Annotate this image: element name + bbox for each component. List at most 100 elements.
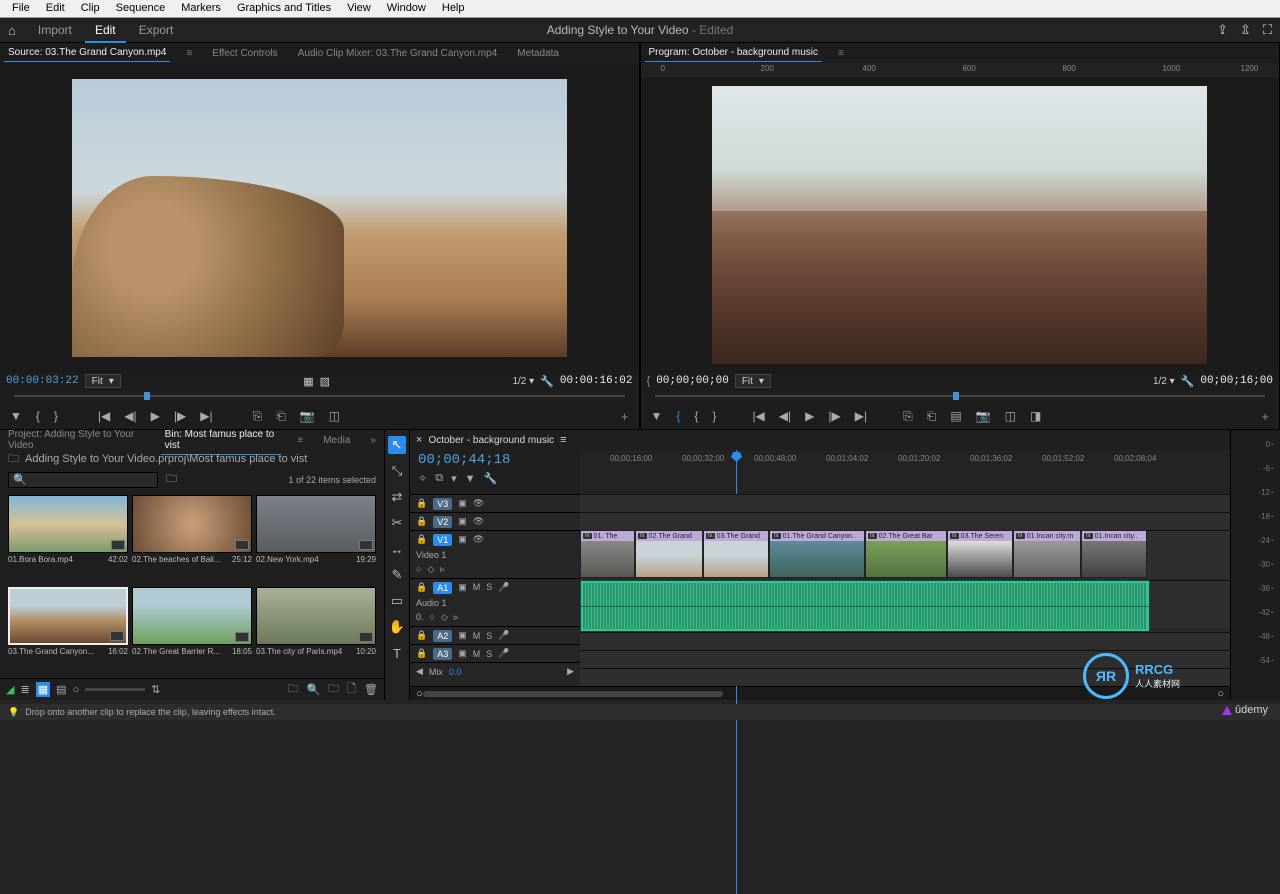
- menu-help[interactable]: Help: [434, 0, 473, 17]
- settings-wrench-icon[interactable]: 🔧: [1181, 375, 1195, 388]
- freeform-view-icon[interactable]: ▤: [56, 683, 66, 696]
- button-editor-icon[interactable]: +: [621, 409, 629, 424]
- mark-out-icon[interactable]: }: [54, 409, 58, 423]
- comparison-icon[interactable]: ◫: [1005, 409, 1016, 423]
- button-editor-icon[interactable]: +: [1261, 409, 1269, 424]
- hand-tool-icon[interactable]: ✋: [388, 618, 406, 636]
- play-icon[interactable]: ▶: [805, 409, 814, 423]
- menu-window[interactable]: Window: [379, 0, 434, 17]
- media-clip[interactable]: 02.The beaches of Bali...25:12: [132, 495, 252, 583]
- export-frame-icon[interactable]: 📷: [300, 409, 315, 423]
- tab-audio-clip-mixer[interactable]: Audio Clip Mixer: 03.The Grand Canyon.mp…: [294, 45, 502, 62]
- program-scrubber[interactable]: [647, 389, 1274, 403]
- insert-frame-icon[interactable]: ▦: [303, 375, 313, 388]
- tab-program[interactable]: Program: October - background music: [645, 44, 823, 62]
- menu-view[interactable]: View: [339, 0, 379, 17]
- overwrite-frame-icon[interactable]: ▧: [320, 375, 330, 388]
- linked-selection-icon[interactable]: ⧉: [435, 472, 443, 485]
- selection-tool-icon[interactable]: ↖: [388, 436, 406, 454]
- menu-markers[interactable]: Markers: [173, 0, 229, 17]
- comparison-icon[interactable]: ◫: [329, 409, 340, 423]
- go-to-in-icon[interactable]: |◀: [752, 409, 764, 423]
- freeform-icon[interactable]: ◢: [6, 683, 14, 696]
- type-tool-icon[interactable]: T: [388, 644, 406, 662]
- zoom-slider-handle-icon[interactable]: ○: [73, 684, 80, 696]
- timeline-clip[interactable]: 01.The Grand Canyon..: [769, 530, 865, 578]
- tab-metadata[interactable]: Metadata: [513, 45, 563, 62]
- panel-menu-icon[interactable]: ≡: [293, 432, 307, 449]
- menu-edit[interactable]: Edit: [38, 0, 73, 17]
- panel-menu-icon[interactable]: ≡: [182, 45, 196, 62]
- go-to-out-icon[interactable]: ▶|: [200, 409, 212, 423]
- timeline-clip[interactable]: 01.Incan city..: [1081, 530, 1147, 578]
- tab-import[interactable]: Import: [28, 19, 82, 41]
- step-forward-icon[interactable]: |▶: [174, 409, 186, 423]
- tab-export[interactable]: Export: [129, 19, 184, 41]
- track-select-tool-icon[interactable]: ⤡: [388, 462, 406, 480]
- pen-tool-icon[interactable]: ✎: [388, 566, 406, 584]
- media-clip[interactable]: 01.Bora Bora.mp442:02: [8, 495, 128, 583]
- timeline-clip[interactable]: 02.The Great Bar: [865, 530, 947, 578]
- find-icon[interactable]: 🔍: [306, 680, 320, 699]
- mark-in-icon[interactable]: {: [694, 409, 698, 423]
- media-clip[interactable]: 02.The Great Barrier R...18:05: [132, 587, 252, 675]
- source-zoom-dropdown[interactable]: 1/2 ▾: [512, 376, 534, 387]
- overwrite-icon[interactable]: ⎗: [276, 409, 286, 424]
- search-input[interactable]: 🔍: [8, 472, 158, 488]
- menu-clip[interactable]: Clip: [73, 0, 108, 17]
- menu-graphics[interactable]: Graphics and Titles: [229, 0, 339, 17]
- step-forward-icon[interactable]: |▶: [828, 409, 840, 423]
- timeline-ruler[interactable]: 00;00;16;0000;00;32;0000;00;48;0000;01;0…: [580, 450, 1230, 494]
- timeline-clip[interactable]: 02.The Grand: [635, 530, 703, 578]
- timeline-scrollbar[interactable]: ○○: [410, 686, 1230, 700]
- timeline-timecode[interactable]: 00;00;44;18: [410, 450, 580, 470]
- trash-icon[interactable]: 🗑: [364, 680, 378, 699]
- tab-source[interactable]: Source: 03.The Grand Canyon.mp4: [4, 44, 170, 62]
- timeline-audio-clip[interactable]: [580, 580, 1150, 632]
- icon-view-icon[interactable]: ▦: [36, 682, 50, 697]
- source-fit-dropdown[interactable]: Fit ▾: [85, 374, 121, 388]
- thumbnail-size-slider[interactable]: [85, 688, 145, 691]
- source-scrubber[interactable]: [6, 389, 633, 403]
- timeline-clip[interactable]: 01. The: [580, 530, 635, 578]
- mark-out-icon[interactable]: }: [712, 409, 716, 423]
- wrench-icon[interactable]: 🔧: [484, 472, 498, 485]
- snap-icon[interactable]: ✧: [418, 472, 427, 485]
- media-clip[interactable]: 03.The Grand Canyon...16:02: [8, 587, 128, 675]
- ripple-edit-tool-icon[interactable]: ⇄: [388, 488, 406, 506]
- close-icon[interactable]: ×: [416, 434, 422, 446]
- sort-icon[interactable]: ⇅: [151, 683, 160, 696]
- panel-menu-icon[interactable]: ≡: [834, 45, 848, 62]
- program-zoom-dropdown[interactable]: 1/2 ▾: [1153, 376, 1175, 387]
- comparison-icon[interactable]: ◨: [1030, 409, 1041, 423]
- timeline-clip[interactable]: 03.The Grand: [703, 530, 769, 578]
- bin-icon[interactable]: 🗀: [8, 450, 19, 469]
- media-clip[interactable]: 03.The city of Paris.mp410:20: [256, 587, 376, 675]
- insert-icon[interactable]: ⎘: [253, 409, 263, 424]
- play-icon[interactable]: ▶: [151, 409, 160, 423]
- razor-tool-icon[interactable]: ✂: [388, 514, 406, 532]
- share-icon[interactable]: ⇫: [1240, 22, 1251, 38]
- export-frame-icon[interactable]: ▤: [950, 409, 961, 423]
- mark-in-icon[interactable]: {: [676, 409, 680, 423]
- lift-icon[interactable]: ⎘: [903, 409, 913, 424]
- fullscreen-icon[interactable]: ⛶: [1263, 22, 1272, 38]
- step-back-icon[interactable]: ◀|: [124, 409, 136, 423]
- add-marker-icon[interactable]: ▼: [651, 409, 663, 423]
- export-frame-icon[interactable]: 📷: [976, 409, 991, 423]
- go-to-out-icon[interactable]: ▶|: [855, 409, 867, 423]
- timeline-clip[interactable]: 01.Incan city.m: [1013, 530, 1081, 578]
- quick-export-icon[interactable]: ⇪: [1217, 22, 1228, 38]
- new-item-icon[interactable]: 🗋: [347, 680, 356, 699]
- settings-wrench-icon[interactable]: 🔧: [540, 375, 554, 388]
- home-icon[interactable]: ⌂: [8, 23, 16, 38]
- go-to-in-icon[interactable]: |◀: [98, 409, 110, 423]
- timeline-clip[interactable]: 03.The Seren: [947, 530, 1013, 578]
- mark-in-icon[interactable]: {: [647, 375, 651, 387]
- mark-in-icon[interactable]: {: [36, 409, 40, 423]
- menu-file[interactable]: File: [4, 0, 38, 17]
- timeline-tracks[interactable]: 01. The02.The Grand03.The Grand01.The Gr…: [580, 494, 1230, 686]
- step-back-icon[interactable]: ◀|: [779, 409, 791, 423]
- tab-edit[interactable]: Edit: [85, 19, 126, 43]
- automate-to-sequence-icon[interactable]: 🗀: [287, 680, 298, 699]
